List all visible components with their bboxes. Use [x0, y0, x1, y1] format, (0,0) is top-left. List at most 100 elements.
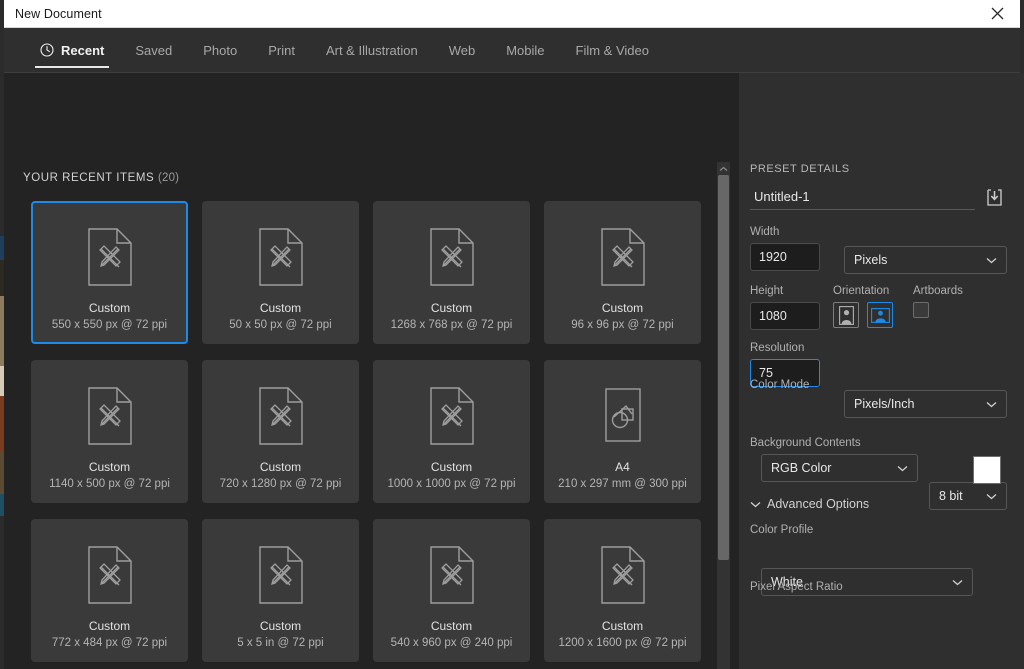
color-mode-label: Color Mode: [750, 379, 809, 391]
preset-card-subtitle: 1200 x 1600 px @ 72 ppi: [558, 637, 686, 649]
width-unit-select[interactable]: Pixels: [844, 246, 1007, 274]
clock-icon: [40, 43, 54, 57]
recent-presets-pane: YOUR RECENT ITEMS (20): [4, 73, 739, 669]
preset-card[interactable]: Custom 96 x 96 px @ 72 ppi: [544, 201, 701, 344]
artboards-label: Artboards: [913, 285, 963, 297]
tab-recent[interactable]: Recent: [29, 28, 115, 73]
width-unit-value: Pixels: [854, 253, 887, 267]
orientation-group: Orientation: [833, 285, 893, 328]
preset-card-title: Custom: [431, 460, 472, 474]
tab-art-and-illustration[interactable]: Art & Illustration: [315, 28, 429, 73]
height-input[interactable]: [750, 302, 820, 330]
preset-card[interactable]: Custom 50 x 50 px @ 72 ppi: [202, 201, 359, 344]
artboards-checkbox[interactable]: [913, 302, 929, 318]
preset-card[interactable]: Custom 772 x 484 px @ 72 ppi: [31, 519, 188, 662]
width-input[interactable]: [750, 243, 820, 271]
tab-label: Photo: [203, 43, 237, 58]
tab-label: Saved: [135, 43, 172, 58]
preset-card-title: Custom: [602, 301, 643, 315]
preset-card-subtitle: 540 x 960 px @ 240 ppi: [391, 637, 513, 649]
height-label: Height: [750, 285, 820, 297]
preset-card-subtitle: 96 x 96 px @ 72 ppi: [571, 319, 673, 331]
scroll-up-arrow-icon[interactable]: [717, 162, 730, 175]
preset-card-title: Custom: [89, 460, 130, 474]
recent-items-heading: YOUR RECENT ITEMS (20): [23, 172, 179, 184]
preset-card-title: Custom: [260, 460, 301, 474]
tab-label: Print: [268, 43, 295, 58]
tab-label: Recent: [61, 43, 104, 58]
tab-label: Web: [449, 43, 476, 58]
presets-scrollbar[interactable]: [717, 162, 730, 669]
document-name-input[interactable]: [750, 187, 975, 210]
save-preset-icon[interactable]: [983, 186, 1005, 208]
resolution-label: Resolution: [750, 342, 820, 354]
dialog-body: Recent Saved Photo Print Art & Illustrat…: [4, 28, 1020, 669]
artboards-group: Artboards: [913, 285, 963, 318]
preset-card[interactable]: Custom 1000 x 1000 px @ 72 ppi: [373, 360, 530, 503]
custom-doc-icon: [600, 225, 646, 289]
width-field-group: Width: [750, 226, 820, 271]
bit-depth-select[interactable]: 8 bit: [929, 482, 1007, 510]
tab-film-and-video[interactable]: Film & Video: [565, 28, 660, 73]
color-profile-label: Color Profile: [750, 524, 813, 536]
preset-card-subtitle: 5 x 5 in @ 72 ppi: [237, 637, 323, 649]
background-contents-group: Background Contents: [750, 437, 861, 454]
preset-card-subtitle: 50 x 50 px @ 72 ppi: [229, 319, 331, 331]
preset-card-subtitle: 550 x 550 px @ 72 ppi: [52, 319, 167, 331]
tab-print[interactable]: Print: [257, 28, 306, 73]
portrait-orientation-icon[interactable]: [833, 302, 859, 328]
tab-mobile[interactable]: Mobile: [495, 28, 555, 73]
resolution-unit-value: Pixels/Inch: [854, 397, 914, 411]
preset-card[interactable]: A4 210 x 297 mm @ 300 ppi: [544, 360, 701, 503]
background-color-swatch[interactable]: [973, 456, 1001, 484]
recent-items-count: (20): [158, 172, 179, 184]
preset-card[interactable]: Custom 550 x 550 px @ 72 ppi: [31, 201, 188, 344]
preset-card-title: Custom: [260, 619, 301, 633]
color-mode-value: RGB Color: [771, 461, 831, 475]
custom-doc-icon: [87, 384, 133, 448]
landscape-orientation-icon[interactable]: [867, 302, 893, 328]
category-tab-bar: Recent Saved Photo Print Art & Illustrat…: [4, 28, 1020, 73]
pixel-aspect-ratio-group: Pixel Aspect Ratio: [750, 581, 843, 598]
preset-card-subtitle: 1000 x 1000 px @ 72 ppi: [387, 478, 515, 490]
presets-scrollbar-thumb[interactable]: [718, 175, 729, 560]
bit-depth-value: 8 bit: [939, 489, 963, 503]
orientation-label: Orientation: [833, 285, 893, 297]
height-field-group: Height: [750, 285, 820, 330]
preset-card[interactable]: Custom 1140 x 500 px @ 72 ppi: [31, 360, 188, 503]
chevron-down-icon: [952, 575, 963, 589]
preset-card[interactable]: Custom 5 x 5 in @ 72 ppi: [202, 519, 359, 662]
preset-card-title: Custom: [602, 619, 643, 633]
advanced-options-toggle[interactable]: Advanced Options: [750, 497, 869, 511]
tab-saved[interactable]: Saved: [124, 28, 183, 73]
custom-doc-icon: [429, 543, 475, 607]
tab-photo[interactable]: Photo: [192, 28, 248, 73]
preset-card-subtitle: 1268 x 768 px @ 72 ppi: [391, 319, 513, 331]
custom-doc-icon: [258, 384, 304, 448]
color-mode-select[interactable]: RGB Color: [761, 454, 918, 482]
print-doc-icon: [600, 384, 646, 448]
preset-details-heading: PRESET DETAILS: [750, 163, 850, 175]
custom-doc-icon: [258, 543, 304, 607]
preset-card-subtitle: 772 x 484 px @ 72 ppi: [52, 637, 167, 649]
preset-card-title: A4: [615, 460, 630, 474]
preset-card[interactable]: Custom 540 x 960 px @ 240 ppi: [373, 519, 530, 662]
custom-doc-icon: [258, 225, 304, 289]
preset-card[interactable]: Custom 1268 x 768 px @ 72 ppi: [373, 201, 530, 344]
preset-card[interactable]: Custom 1200 x 1600 px @ 72 ppi: [544, 519, 701, 662]
advanced-options-label: Advanced Options: [767, 497, 869, 511]
preset-card-subtitle: 1140 x 500 px @ 72 ppi: [49, 478, 170, 490]
color-profile-group: Color Profile: [750, 524, 813, 541]
tab-label: Film & Video: [576, 43, 649, 58]
tab-web[interactable]: Web: [438, 28, 487, 73]
tab-label: Art & Illustration: [326, 43, 418, 58]
pixel-aspect-ratio-label: Pixel Aspect Ratio: [750, 581, 843, 593]
resolution-unit-select[interactable]: Pixels/Inch: [844, 390, 1007, 418]
custom-doc-icon: [87, 543, 133, 607]
custom-doc-icon: [600, 543, 646, 607]
chevron-down-icon: [986, 253, 997, 267]
preset-card-title: Custom: [89, 619, 130, 633]
preset-card[interactable]: Custom 720 x 1280 px @ 72 ppi: [202, 360, 359, 503]
close-icon[interactable]: [974, 0, 1020, 27]
preset-card-title: Custom: [431, 301, 472, 315]
